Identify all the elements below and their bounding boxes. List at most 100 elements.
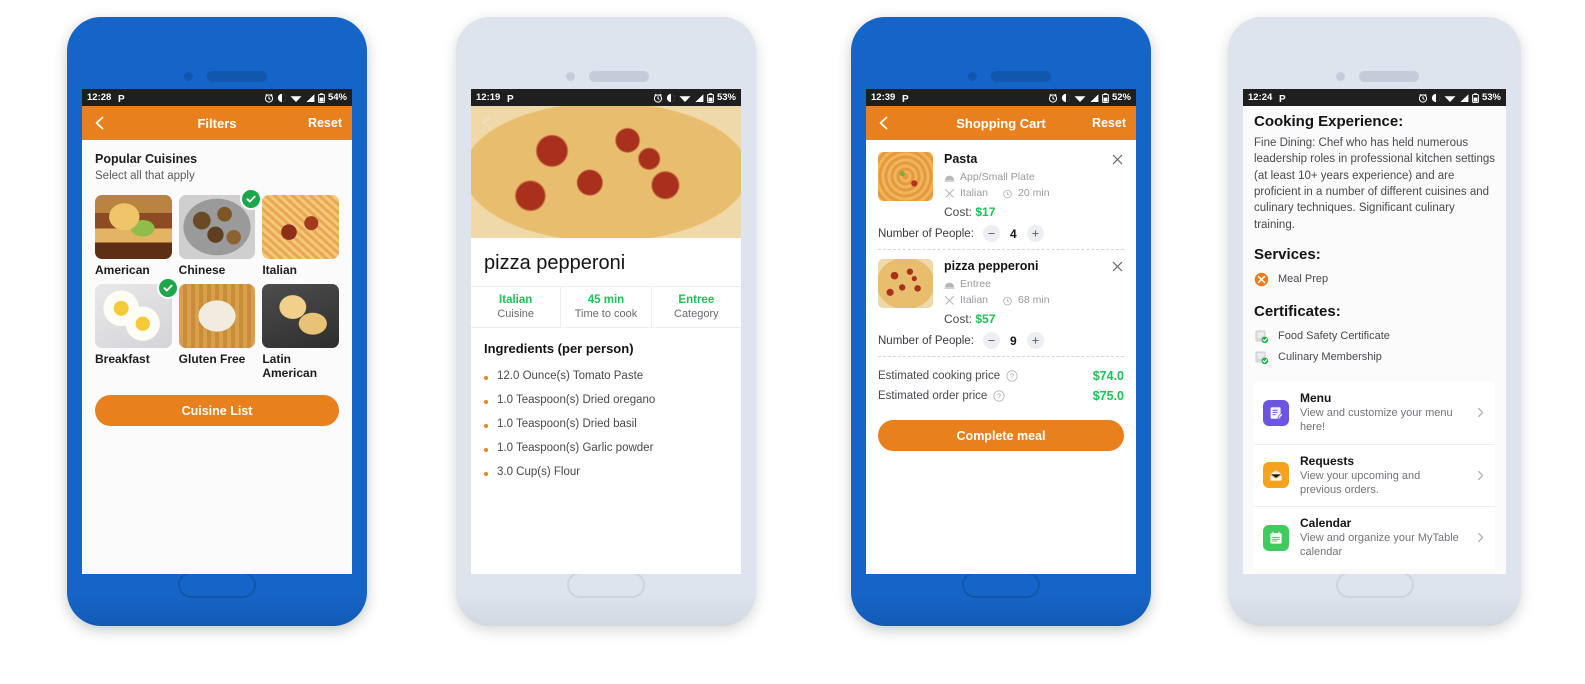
cuisine-image [95, 195, 172, 259]
reset-button[interactable]: Reset [308, 116, 342, 130]
help-icon[interactable]: ? [993, 390, 1005, 402]
svg-text:P: P [507, 94, 514, 103]
earpiece-speaker [991, 71, 1051, 82]
cuisine-label: American [95, 263, 150, 277]
battery-icon [318, 92, 325, 103]
battery-percent: 52% [1111, 92, 1131, 103]
stat-value: Entree [678, 294, 715, 306]
decrement-button[interactable] [982, 225, 1000, 242]
menu-row-subtitle: View your upcoming and previous orders. [1300, 469, 1421, 496]
quantity-value: 9 [1010, 333, 1017, 348]
home-button[interactable] [178, 572, 256, 598]
status-bar: 12:19 P 53% [471, 89, 741, 106]
filters-body: Popular Cuisines Select all that apply A… [82, 140, 352, 574]
remove-item-icon[interactable] [1111, 153, 1124, 166]
home-button[interactable] [1336, 572, 1414, 598]
section-subtitle: Select all that apply [95, 170, 195, 182]
svg-text:P: P [118, 94, 125, 103]
dish-cover-icon [944, 282, 955, 289]
back-chevron-icon[interactable] [479, 114, 496, 131]
signal-icon [694, 92, 704, 102]
increment-button[interactable] [1026, 332, 1044, 349]
certificates-heading: Certificates: [1254, 302, 1341, 320]
cuisine-text: Italian [960, 294, 989, 306]
home-button[interactable] [567, 572, 645, 598]
certificate-verified-icon [1255, 330, 1269, 344]
cuisine-tile-gluten-free[interactable]: Gluten Free [178, 284, 256, 380]
cart-item: pizza pepperoni Entree Italian 68 min Co… [878, 259, 1124, 334]
cart-body: Pasta App/Small Plate Italian 20 min Cos… [866, 140, 1136, 574]
ingredients-heading: Ingredients (per person) [484, 341, 634, 356]
increment-button[interactable] [1026, 225, 1044, 242]
recipe-card: pizza pepperoni Italian Cuisine 45 min T… [471, 238, 741, 484]
battery-icon [707, 92, 714, 103]
cuisine-tile-breakfast[interactable]: Breakfast [95, 277, 179, 380]
menu-row-menu[interactable]: Menu View and customize your menu here! [1254, 382, 1495, 444]
back-chevron-icon[interactable] [92, 115, 108, 131]
parking-icon: P [902, 94, 909, 103]
people-stepper: Number of People: 9 [878, 332, 1124, 349]
menu-row-subtitle: View and organize your MyTable calendar [1300, 532, 1459, 559]
utensils-badge-icon [1254, 272, 1269, 287]
phone-cart: 12:39 P 52% Shopping Cart Reset Pasta Ap… [851, 17, 1151, 626]
help-icon[interactable]: ? [1006, 370, 1018, 382]
cuisine-tile-american[interactable]: American [95, 195, 172, 277]
complete-meal-button[interactable]: Complete meal [878, 420, 1124, 451]
wifi-icon [290, 95, 302, 102]
phone-recipe: 12:19 P 53% pizza pepperoni Italian Cuis… [456, 17, 756, 626]
cuisine-list-button[interactable]: Cuisine List [95, 395, 339, 427]
certificate-label: Culinary Membership [1278, 351, 1382, 364]
calendar-icon [1263, 524, 1289, 551]
parking-icon: P [1279, 94, 1286, 103]
cart-item-image [878, 259, 933, 308]
status-time: 12:19 [476, 92, 501, 103]
bullet-icon [484, 376, 488, 380]
ingredient-item: 1.0 Teaspoon(s) Dried oregano [471, 388, 741, 412]
bullet-icon [484, 424, 488, 428]
status-time: 12:39 [871, 92, 896, 103]
stat-category: Entree Category [650, 287, 741, 327]
utensils-icon [944, 188, 955, 198]
svg-text:?: ? [997, 392, 1001, 401]
menu-row-calendar[interactable]: Calendar View and organize your MyTable … [1254, 506, 1495, 569]
reset-button[interactable]: Reset [1092, 116, 1126, 130]
cart-item-name: pizza pepperoni [944, 259, 1039, 273]
back-chevron-icon[interactable] [876, 115, 892, 131]
dnd-icon [1431, 93, 1441, 102]
screen-recipe: 12:19 P 53% pizza pepperoni Italian Cuis… [471, 89, 741, 574]
decrement-button[interactable] [982, 332, 1000, 349]
menu-row-requests[interactable]: ? Requests View your upcoming and previo… [1254, 443, 1495, 507]
remove-item-icon[interactable] [1111, 260, 1124, 273]
battery-percent: 53% [716, 92, 736, 103]
ingredient-item: 12.0 Ounce(s) Tomato Paste [471, 364, 741, 388]
cart-item-cost: Cost: $57 [944, 312, 1124, 326]
cuisine-image [178, 284, 256, 349]
cost-value: $17 [975, 205, 996, 219]
status-time: 12:28 [87, 92, 112, 103]
phone-filters: 12:28 P 54% Filters Reset Popular Cuisin… [67, 17, 367, 626]
certificate-item-food-safety: Food Safety Certificate [1254, 326, 1495, 347]
time-text: 20 min [1018, 187, 1050, 199]
dnd-icon [1061, 93, 1071, 102]
ingredient-text: 1.0 Teaspoon(s) Dried basil [497, 418, 637, 430]
menu-row-title: Calendar [1300, 516, 1352, 531]
people-label: Number of People: [878, 227, 974, 240]
cuisine-label: Latin American [262, 352, 318, 380]
totals-divider [878, 356, 1124, 357]
earpiece-speaker [207, 71, 267, 82]
price-label: Estimated cooking price [878, 370, 1001, 382]
menu-row-title: Menu [1300, 390, 1332, 405]
ingredient-item: 1.0 Teaspoon(s) Garlic powder [471, 436, 741, 460]
stat-label: Cuisine [497, 308, 534, 320]
parking-icon: P [118, 94, 125, 103]
cuisine-tile-chinese[interactable]: Chinese [178, 188, 263, 277]
home-button[interactable] [962, 572, 1040, 598]
cuisine-tile-latin-american[interactable]: Latin American [262, 284, 339, 380]
cuisine-tile-italian[interactable]: Italian [262, 195, 339, 277]
cart-item-image [878, 152, 933, 201]
cost-label: Cost: [944, 205, 973, 219]
mockup-stage: 12:28 P 54% Filters Reset Popular Cuisin… [0, 0, 1585, 684]
front-camera-icon [968, 72, 977, 81]
profile-menu-card: Menu View and customize your menu here! … [1254, 381, 1495, 569]
signal-icon [1459, 92, 1469, 102]
